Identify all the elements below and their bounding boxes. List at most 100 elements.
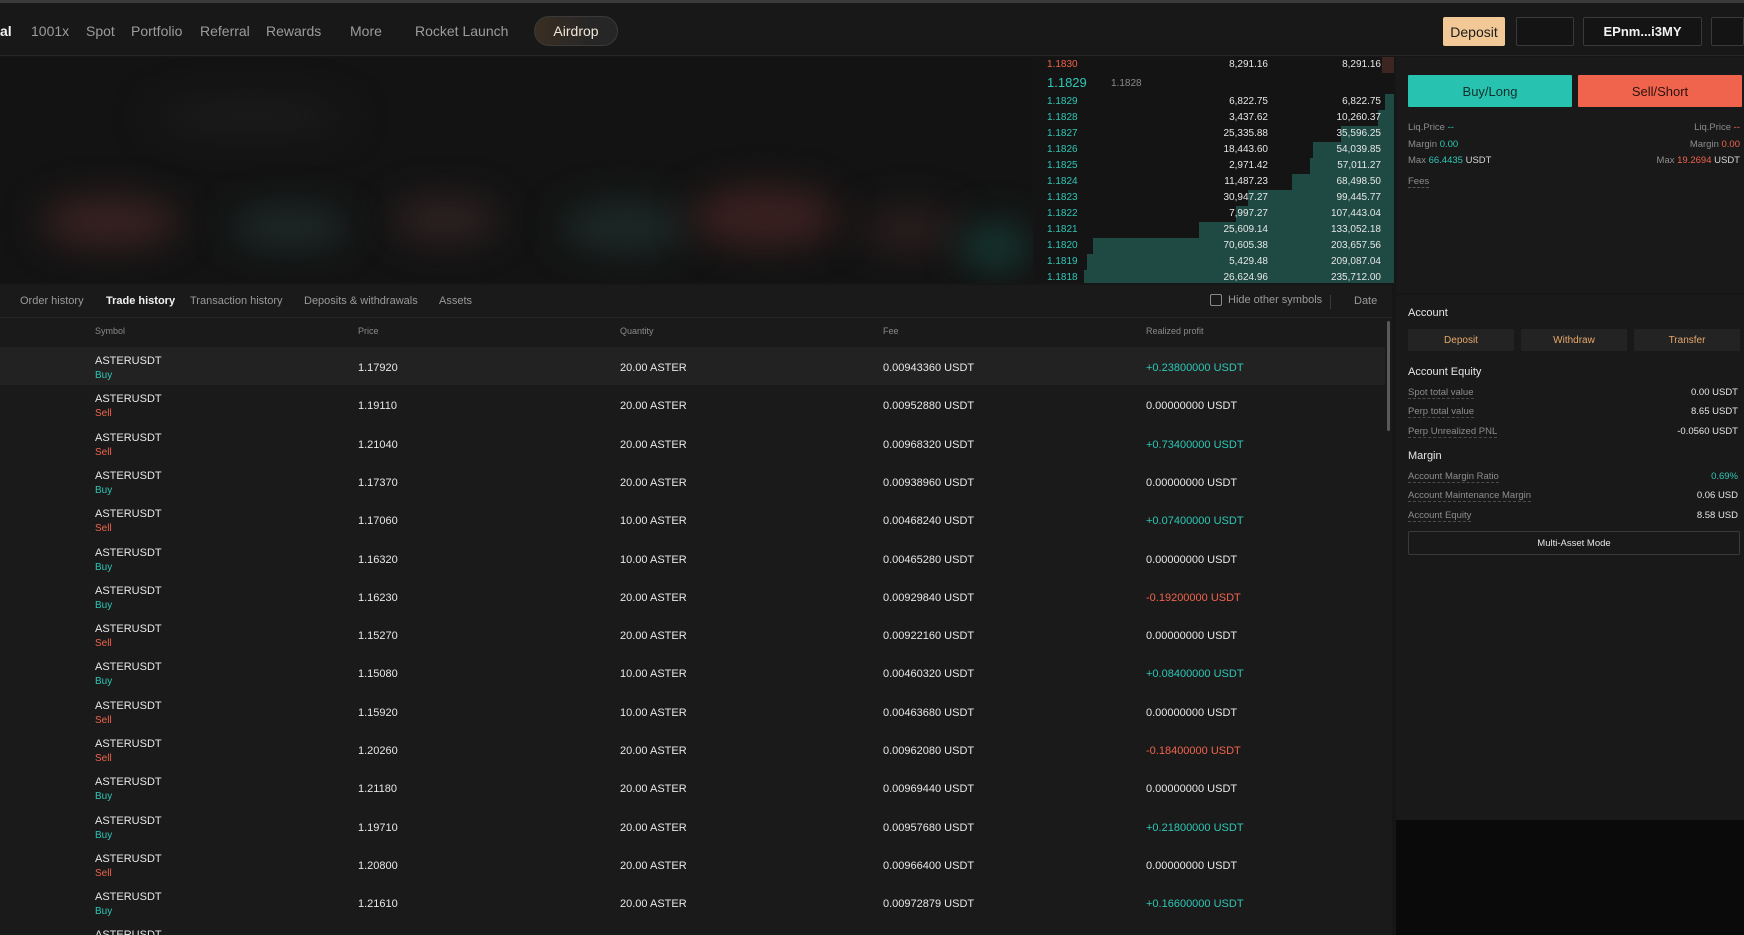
price-cell: 1.17370 <box>358 476 398 489</box>
tab-order-history[interactable]: Order history <box>20 295 84 307</box>
table-row[interactable]: ASTERUSDT Sell 1.15270 20.00 ASTER 0.0092216… <box>0 615 1385 653</box>
bid-total: 6,822.75 <box>1342 96 1381 107</box>
bid-row[interactable]: 1.1823 30,947.27 99,445.77 <box>1034 190 1394 206</box>
date-filter[interactable]: Date <box>1354 295 1377 307</box>
table-row[interactable]: ASTERUSDT Buy 1.17920 20.00 ASTER 0.00943360… <box>0 347 1385 385</box>
side-cell: Sell <box>95 867 112 879</box>
ask-size: 8,291.16 <box>1229 59 1268 70</box>
nav-item-portfolio[interactable]: Portfolio <box>131 23 182 39</box>
account-withdraw-button[interactable]: Withdraw <box>1521 329 1627 351</box>
price-chart[interactable] <box>0 57 1033 283</box>
buy-long-button[interactable]: Buy/Long <box>1408 75 1572 107</box>
bid-price: 1.1829 <box>1047 96 1078 107</box>
row-value: 0.00 USDT <box>1691 387 1738 398</box>
table-row[interactable]: ASTERUSDT Sell 1.20260 20.00 ASTER 0.0096208… <box>0 730 1385 768</box>
bid-size: 6,822.75 <box>1229 96 1268 107</box>
bid-row[interactable]: 1.1820 70,605.38 203,657.56 <box>1034 238 1394 254</box>
bid-row[interactable]: 1.1818 26,624.96 235,712.00 <box>1034 270 1394 283</box>
table-row[interactable]: ASTERUSDT Buy 1.15080 10.00 ASTER 0.00460320… <box>0 653 1385 691</box>
price-cell: 1.19110 <box>358 400 397 413</box>
settings-button[interactable] <box>1711 17 1744 46</box>
side-cell: Buy <box>95 484 113 496</box>
quantity-cell: 10.00 ASTER <box>620 553 687 566</box>
bid-row[interactable]: 1.1822 7,997.27 107,443.04 <box>1034 206 1394 222</box>
side-cell: Buy <box>95 561 113 573</box>
nav-item-1001x[interactable]: 1001x <box>31 23 69 39</box>
side-cell: Buy <box>95 370 113 381</box>
deposit-button[interactable]: Deposit <box>1443 17 1505 46</box>
table-row[interactable]: ASTERUSDT Buy 1.19710 20.00 ASTER 0.00957680… <box>0 807 1385 845</box>
tab-assets[interactable]: Assets <box>439 295 472 307</box>
table-row[interactable]: ASTERUSDT Buy 1.16320 10.00 ASTER 0.00465280… <box>0 539 1385 577</box>
quantity-cell: 10.00 ASTER <box>620 668 687 681</box>
margin-value: 0.00 <box>1439 139 1459 150</box>
bid-row[interactable]: 1.1824 11,487.23 68,498.50 <box>1034 174 1394 190</box>
max-value: 66.4435 <box>1428 155 1463 166</box>
table-row[interactable]: ASTERUSDT Sell 1.15920 10.00 ASTER 0.0046368… <box>0 692 1385 730</box>
account-deposit-button[interactable]: Deposit <box>1408 329 1514 351</box>
bid-row[interactable]: 1.1821 25,609.14 133,052.18 <box>1034 222 1394 238</box>
maintenance-margin-row: Account Maintenance Margin 0.06 USD <box>1408 490 1738 502</box>
scrollbar[interactable] <box>1387 321 1390 431</box>
bid-price: 1.1827 <box>1047 128 1078 139</box>
bid-row[interactable]: 1.1829 6,822.75 6,822.75 <box>1034 94 1394 110</box>
table-row[interactable]: ASTERUSDT Buy 1.21180 20.00 ASTER 0.00969440… <box>0 768 1385 806</box>
table-row[interactable]: ASTERUSDT Buy 1.21610 20.00 ASTER 0.00972879… <box>0 883 1385 921</box>
table-row[interactable]: ASTERUSDT Sell 1.21040 20.00 ASTER 0.0096832… <box>0 424 1385 462</box>
order-book: 1.1830 8,291.16 8,291.16 1.1829 1.1828 1… <box>1034 57 1394 283</box>
bid-row[interactable]: 1.1827 25,335.88 35,596.25 <box>1034 126 1394 142</box>
table-row[interactable]: ASTERUSDT Buy 1.16230 20.00 ASTER 0.00929840… <box>0 577 1385 615</box>
table-row[interactable]: ASTERUSDT Sell 1.19110 20.00 ASTER 0.0095288… <box>0 385 1385 423</box>
account-title: Account <box>1408 307 1448 319</box>
tab-deposits-withdrawals[interactable]: Deposits & withdrawals <box>304 295 418 307</box>
fees-link[interactable]: Fees <box>1408 176 1430 188</box>
liq-label: Liq.Price <box>1408 122 1445 133</box>
tab-trade-history[interactable]: Trade history <box>106 295 175 307</box>
network-button[interactable] <box>1516 17 1574 46</box>
realized-profit-cell: 0.00000000 USDT <box>1146 630 1238 643</box>
nav-item-current[interactable]: al <box>0 23 12 39</box>
price-cell: 1.20260 <box>358 745 398 757</box>
col-quantity: Quantity <box>620 326 654 336</box>
bid-total: 54,039.85 <box>1336 144 1382 155</box>
quantity-cell: 20.00 ASTER <box>620 783 687 796</box>
bid-price: 1.1821 <box>1047 224 1078 235</box>
nav-item-more[interactable]: More <box>350 23 382 39</box>
bid-row[interactable]: 1.1826 18,443.60 54,039.85 <box>1034 142 1394 158</box>
table-row[interactable]: ASTERUSDT Buy 1.17370 20.00 ASTER 0.00938960… <box>0 462 1385 500</box>
fee-cell: 0.00952880 USDT <box>883 400 975 413</box>
bid-row[interactable]: 1.1825 2,971.42 57,011.27 <box>1034 158 1394 174</box>
bid-total: 107,443.04 <box>1330 208 1381 219</box>
bid-price: 1.1819 <box>1047 256 1078 267</box>
liq-price-long: Liq.Price -- <box>1408 122 1454 133</box>
hide-other-checkbox[interactable] <box>1210 294 1222 306</box>
nav-item-rocket-launch[interactable]: Rocket Launch <box>415 23 508 39</box>
fee-cell: 0.00972879 USDT <box>883 898 975 911</box>
chart-blur <box>390 197 500 242</box>
side-cell: Sell <box>95 753 112 764</box>
empty-area <box>1396 820 1744 935</box>
airdrop-button[interactable]: Airdrop <box>534 16 618 46</box>
bid-row[interactable]: 1.1819 5,429.48 209,087.04 <box>1034 254 1394 270</box>
nav-item-spot[interactable]: Spot <box>86 23 115 39</box>
nav-item-rewards[interactable]: Rewards <box>266 23 321 39</box>
table-row[interactable]: ASTERUSDT Sell 1.20800 20.00 ASTER 0.0096640… <box>0 845 1385 883</box>
sell-short-button[interactable]: Sell/Short <box>1578 75 1742 107</box>
divider <box>1330 295 1331 309</box>
account-transfer-button[interactable]: Transfer <box>1634 329 1740 351</box>
price-cell: 1.16230 <box>358 591 398 604</box>
bid-total: 99,445.77 <box>1336 192 1382 203</box>
bid-price: 1.1822 <box>1047 208 1078 219</box>
hide-other-symbols[interactable]: Hide other symbols <box>1210 294 1322 306</box>
tab-transaction-history[interactable]: Transaction history <box>190 295 283 307</box>
table-row[interactable]: ASTERUSDT Sell 1.17060 10.00 ASTER 0.0046824… <box>0 500 1385 538</box>
bid-row[interactable]: 1.1828 3,437.62 10,260.37 <box>1034 110 1394 126</box>
ask-row[interactable]: 1.1830 8,291.16 8,291.16 <box>1034 57 1394 73</box>
quantity-cell: 20.00 ASTER <box>620 362 687 374</box>
multi-asset-mode-button[interactable]: Multi-Asset Mode <box>1408 531 1740 555</box>
wallet-address-button[interactable]: EPnm...i3MY <box>1583 17 1702 46</box>
row-label: Account Margin Ratio <box>1408 471 1499 483</box>
nav-item-referral[interactable]: Referral <box>200 23 250 39</box>
bid-price: 1.1823 <box>1047 192 1078 203</box>
symbol-cell: ASTERUSDT <box>95 852 162 865</box>
